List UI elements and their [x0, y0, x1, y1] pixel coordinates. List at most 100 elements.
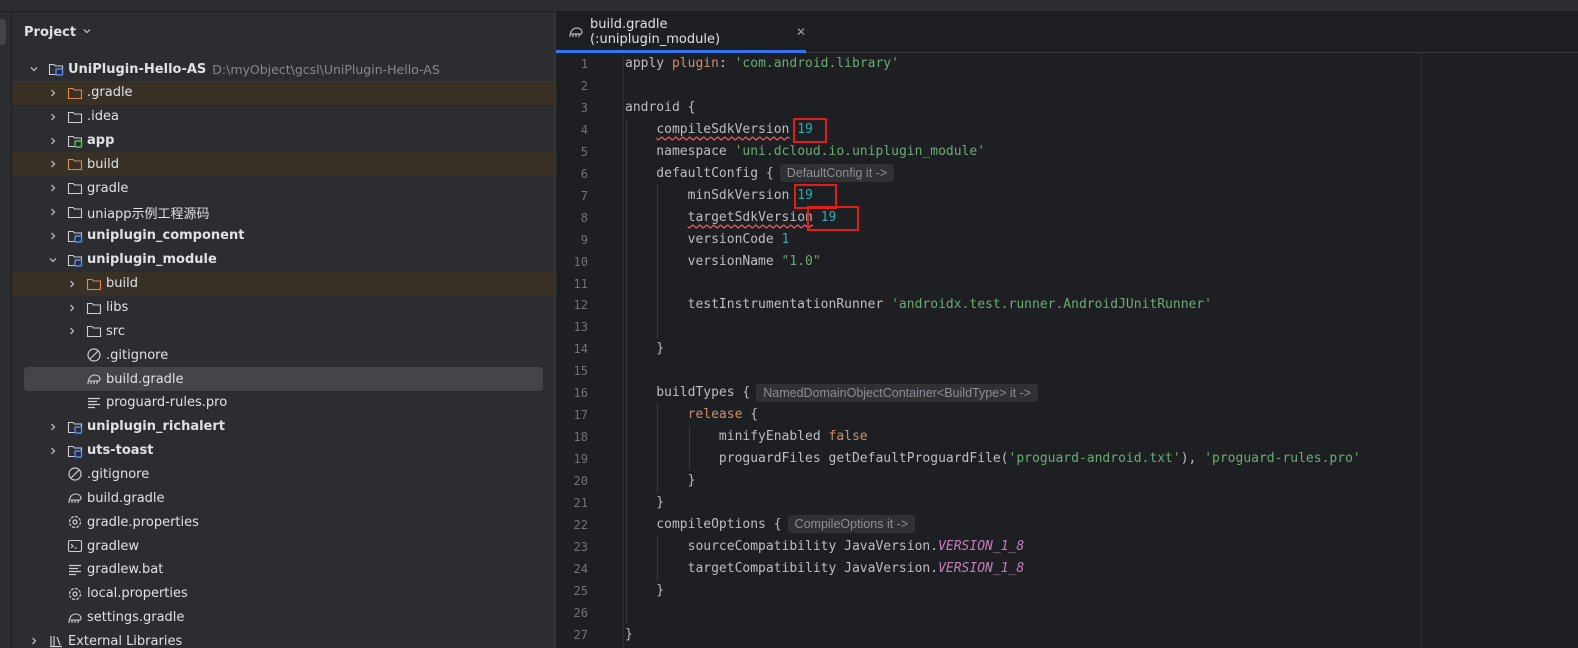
tree-item[interactable]: uniplugin_richalert	[12, 415, 555, 439]
tree-item[interactable]: gradlew	[12, 534, 555, 558]
module-folder-icon	[67, 419, 83, 435]
tree-item[interactable]: settings.gradle	[12, 606, 555, 630]
code-line[interactable]: }	[625, 470, 696, 492]
code-line[interactable]: sourceCompatibility JavaVersion.VERSION_…	[625, 536, 1025, 558]
chevron-right-icon[interactable]	[47, 135, 59, 147]
line-number: 7	[580, 188, 588, 203]
chevron-right-icon[interactable]	[47, 158, 59, 170]
tree-item[interactable]: src	[12, 319, 555, 343]
tree-item[interactable]: gradle	[12, 176, 555, 200]
line-number: 8	[580, 210, 588, 225]
tree-item[interactable]: uts-toast	[12, 439, 555, 463]
tree-item[interactable]: build	[12, 271, 555, 296]
module-folder-icon	[48, 61, 64, 77]
tree-item[interactable]: gradle.properties	[12, 510, 555, 534]
line-number: 25	[573, 583, 588, 598]
project-tool-window-button[interactable]	[0, 19, 6, 45]
tree-item-label: .idea	[87, 109, 119, 125]
chevron-right-icon[interactable]	[28, 635, 40, 647]
chevron-right-icon[interactable]	[47, 111, 59, 123]
code-line[interactable]: minSdkVersion 19	[625, 185, 813, 207]
tree-item[interactable]: build	[12, 152, 555, 177]
code-line[interactable]: buildTypes {NamedDomainObjectContainer<B…	[625, 382, 1039, 404]
chevron-down-icon[interactable]	[47, 254, 59, 266]
chevron-right-icon[interactable]	[47, 445, 59, 457]
library-icon	[48, 633, 64, 648]
code-line[interactable]: android {	[625, 97, 695, 119]
tree-item[interactable]: local.properties	[12, 582, 555, 606]
folder-icon	[67, 180, 83, 196]
code-area[interactable]: apply plugin: 'com.android.library' andro…	[625, 53, 1575, 648]
close-icon[interactable]: ✕	[796, 25, 806, 39]
tree-item-label: gradle	[87, 180, 129, 196]
code-token: sourceCompatibility JavaVersion.	[625, 538, 939, 554]
folder-icon	[86, 300, 102, 316]
code-line[interactable]: }	[625, 624, 633, 646]
code-line[interactable]: proguardFiles getDefaultProguardFile('pr…	[625, 448, 1361, 470]
tree-item-label: src	[106, 323, 125, 339]
code-token: compileOptions {	[625, 516, 782, 532]
tree-item[interactable]: proguard-rules.pro	[12, 391, 555, 415]
tree-item-label: uniplugin_component	[87, 228, 245, 244]
code-line[interactable]: namespace 'uni.dcloud.io.uniplugin_modul…	[625, 141, 985, 163]
tree-item[interactable]: build.gradle	[12, 367, 555, 392]
module-folder-icon	[67, 252, 83, 268]
chevron-right-icon[interactable]	[66, 278, 78, 290]
tab-label: build.gradle (:uniplugin_module)	[590, 17, 721, 47]
code-token: }	[625, 473, 696, 489]
chevron-right-icon[interactable]	[47, 87, 59, 99]
chevron-down-icon	[82, 26, 92, 39]
tree-item[interactable]: gradlew.bat	[12, 558, 555, 582]
chevron-right-icon[interactable]	[66, 302, 78, 314]
code-line[interactable]: compileSdkVersion 19	[625, 119, 813, 141]
chevron-right-icon[interactable]	[47, 230, 59, 242]
chevron-down-icon[interactable]	[28, 63, 40, 75]
tree-item[interactable]: build.gradle	[12, 486, 555, 510]
line-number: 6	[580, 166, 588, 181]
tree-item[interactable]: .idea	[12, 105, 555, 129]
chevron-right-icon[interactable]	[47, 182, 59, 194]
code-line[interactable]: }	[625, 580, 664, 602]
tree-item-label: gradle.properties	[87, 514, 199, 530]
code-line[interactable]: compileOptions {CompileOptions it ->	[625, 514, 916, 536]
tree-item[interactable]: app	[12, 129, 555, 153]
tree-item[interactable]: uniapp示例工程源码	[12, 200, 555, 224]
excluded-folder-icon	[67, 156, 83, 172]
code-line[interactable]: versionCode 1	[625, 229, 790, 251]
tree-item[interactable]: .gradle	[12, 80, 555, 105]
code-line[interactable]: }	[625, 338, 664, 360]
indent-guide	[657, 404, 659, 492]
chevron-right-icon[interactable]	[47, 206, 59, 218]
editor-tab-build-gradle[interactable]: build.gradle (:uniplugin_module) ✕	[556, 12, 806, 53]
code-line[interactable]: targetCompatibility JavaVersion.VERSION_…	[625, 558, 1025, 580]
tree-item[interactable]: .gitignore	[12, 343, 555, 367]
code-line[interactable]: }	[625, 492, 664, 514]
tree-item[interactable]: uniplugin_component	[12, 224, 555, 248]
code-line[interactable]: testInstrumentationRunner 'androidx.test…	[625, 294, 1212, 316]
code-line[interactable]: minifyEnabled false	[625, 426, 868, 448]
code-line[interactable]: apply plugin: 'com.android.library'	[625, 53, 899, 75]
code-line[interactable]: release {	[625, 404, 758, 426]
tree-item[interactable]: uniplugin_module	[12, 248, 555, 272]
code-token: 'proguard-rules.pro'	[1204, 451, 1361, 467]
tree-item-label: uniapp示例工程源码	[87, 206, 210, 222]
code-token: release	[687, 407, 743, 423]
tree-item-label: proguard-rules.pro	[106, 395, 228, 411]
tree-item-label: External Libraries	[68, 633, 183, 648]
code-line[interactable]: defaultConfig {DefaultConfig it ->	[625, 163, 895, 185]
chevron-right-icon[interactable]	[47, 421, 59, 433]
project-view-selector[interactable]: Project	[24, 22, 92, 42]
inlay-hint: NamedDomainObjectContainer<BuildType> it…	[756, 383, 1039, 402]
chevron-right-icon[interactable]	[66, 325, 78, 337]
tree-item-label: uts-toast	[87, 443, 154, 459]
line-number: 26	[573, 605, 588, 620]
tree-item-label: settings.gradle	[87, 610, 185, 626]
annotation-box	[807, 205, 859, 231]
tree-item[interactable]: UniPlugin-Hello-AS D:\myObject\gcsl\UniPl…	[12, 57, 555, 81]
tree-item[interactable]: External Libraries	[12, 629, 555, 648]
code-line[interactable]: versionName "1.0"	[625, 251, 821, 273]
tree-item[interactable]: libs	[12, 296, 555, 320]
tree-item[interactable]: .gitignore	[12, 462, 555, 486]
text-file-icon	[86, 395, 102, 411]
